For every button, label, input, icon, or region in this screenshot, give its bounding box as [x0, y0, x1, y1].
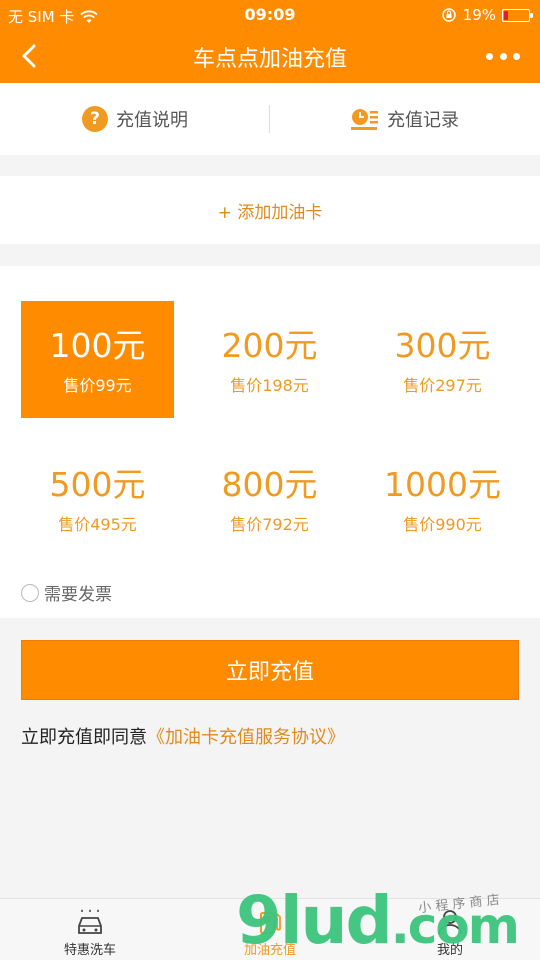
- amount-sale-price: 售价297元: [403, 376, 482, 395]
- amount-option-100[interactable]: 100元 售价99元: [21, 301, 174, 418]
- recharge-now-label: 立即充值: [225, 660, 314, 685]
- car-wash-icon: [78, 909, 102, 934]
- agreement-prefix: 立即充值即同意: [21, 727, 147, 748]
- nav-bar: 车点点加油充值: [0, 30, 540, 83]
- question-icon: ?: [82, 106, 108, 132]
- amount-panel: 100元 售价99元 200元 售价198元 300元 售价297元 500元 …: [0, 266, 540, 618]
- amount-face-value: 300元: [394, 326, 491, 365]
- watermark-text: 9lud: [236, 882, 393, 959]
- amount-option-200[interactable]: 200元 售价198元: [193, 301, 346, 418]
- recharge-record-label: 充值记录: [387, 110, 459, 131]
- add-fuel-card-button[interactable]: + 添加加油卡: [0, 176, 540, 244]
- tab-car-wash-label: 特惠洗车: [63, 943, 116, 958]
- invoice-label: 需要发票: [44, 585, 112, 605]
- recharge-record-link[interactable]: 充值记录: [270, 83, 540, 155]
- amount-sale-price: 售价198元: [230, 376, 309, 395]
- amount-option-800[interactable]: 800元 售价792元: [193, 440, 346, 557]
- recharge-explanation-label: 充值说明: [116, 110, 188, 131]
- status-right: 19%: [441, 6, 533, 24]
- amount-face-value: 500元: [49, 465, 146, 504]
- invoice-radio[interactable]: [21, 583, 39, 602]
- battery-icon: [502, 8, 533, 22]
- status-bar: 无 SIM 卡 09:09 19%: [0, 0, 540, 30]
- page-title: 车点点加油充值: [192, 47, 347, 72]
- more-button[interactable]: [486, 44, 520, 68]
- battery-level: [504, 10, 509, 20]
- amount-sale-price: 售价990元: [403, 515, 482, 534]
- amount-option-300[interactable]: 300元 售价297元: [366, 301, 519, 418]
- agreement-text: 立即充值即同意《加油卡充值服务协议》: [21, 723, 345, 749]
- more-dots-icon: [486, 52, 493, 60]
- info-row: ? 充值说明 充值记录: [0, 83, 540, 155]
- amount-option-1000[interactable]: 1000元 售价990元: [366, 440, 519, 557]
- amount-face-value: 1000元: [384, 465, 501, 504]
- amount-sale-price: 售价99元: [63, 376, 132, 395]
- tab-car-wash[interactable]: 特惠洗车: [0, 899, 180, 960]
- record-list-icon: [351, 109, 378, 130]
- battery-percent: 19%: [462, 6, 496, 24]
- amount-sale-price: 售价495元: [58, 515, 137, 534]
- amount-face-value: 200元: [221, 326, 318, 365]
- orientation-lock-icon: [441, 8, 456, 22]
- recharge-explanation-link[interactable]: ? 充值说明: [0, 83, 270, 155]
- service-agreement-link[interactable]: 《加油卡充值服务协议》: [147, 727, 345, 748]
- invoice-option[interactable]: 需要发票: [21, 580, 112, 605]
- recharge-now-button[interactable]: 立即充值: [21, 640, 519, 700]
- add-fuel-card-label: + 添加加油卡: [217, 202, 323, 223]
- amount-sale-price: 售价792元: [230, 515, 309, 534]
- amount-option-500[interactable]: 500元 售价495元: [21, 440, 174, 557]
- amount-face-value: 800元: [221, 465, 318, 504]
- amount-face-value: 100元: [49, 326, 146, 365]
